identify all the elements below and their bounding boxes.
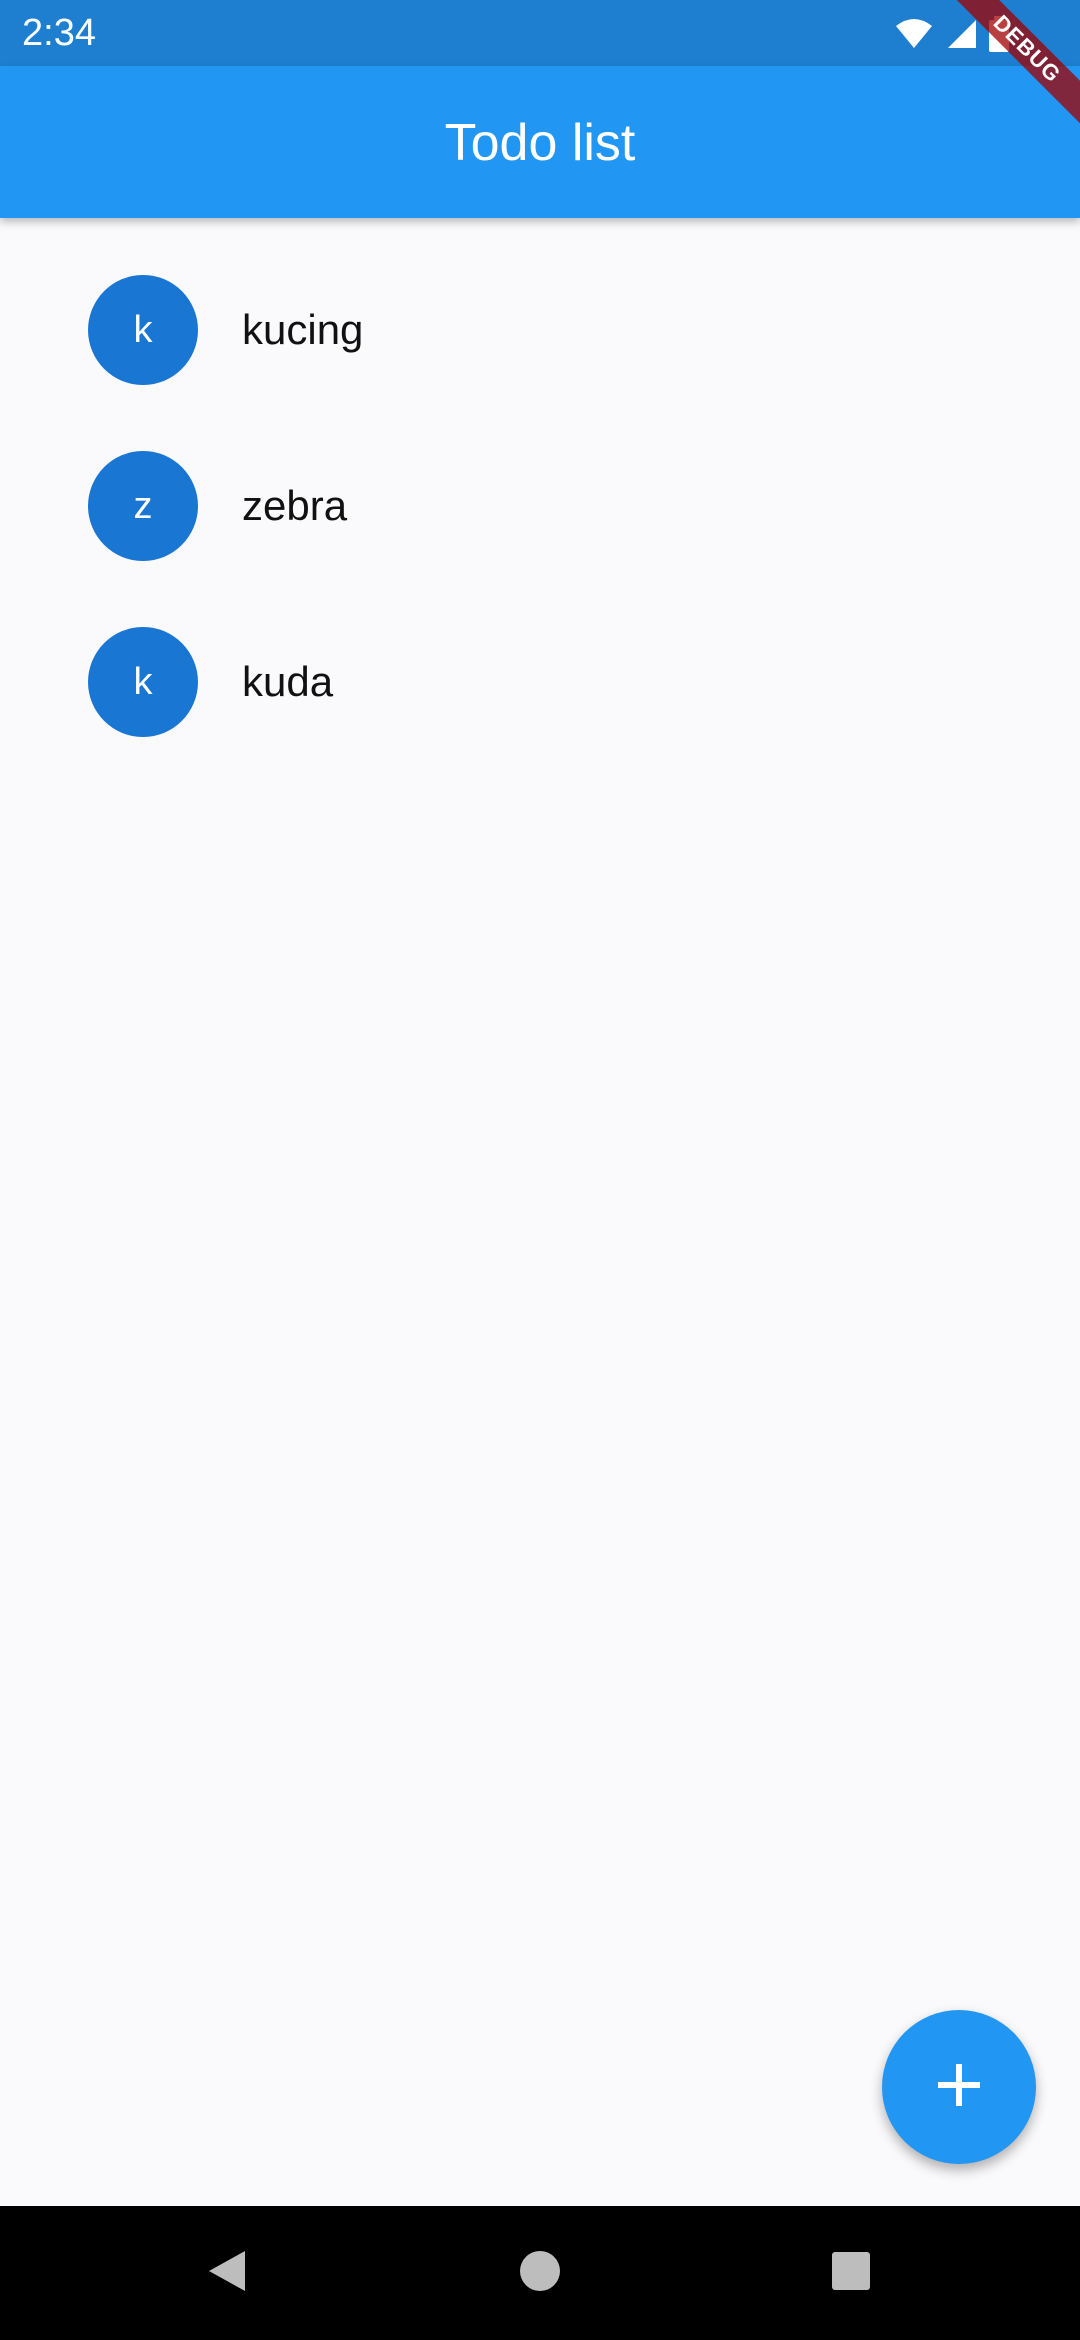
list-item[interactable]: k kuda: [0, 594, 1080, 770]
page-title: Todo list: [444, 114, 636, 172]
system-navigation-bar: [0, 2206, 1080, 2340]
list-item[interactable]: k kucing: [0, 242, 1080, 418]
wifi-icon: [894, 18, 934, 50]
back-icon: [205, 2249, 249, 2298]
todo-list: k kucing z zebra k kuda: [0, 242, 1080, 770]
recents-button[interactable]: [784, 2206, 918, 2340]
recents-icon: [831, 2251, 871, 2296]
cell-signal-icon: [944, 18, 978, 50]
status-icons: [894, 14, 1010, 54]
avatar: z: [88, 451, 198, 561]
avatar: k: [88, 275, 198, 385]
list-item[interactable]: z zebra: [0, 418, 1080, 594]
list-item-label: kucing: [242, 306, 364, 353]
add-icon: [936, 2062, 982, 2113]
list-item-label: zebra: [242, 482, 348, 529]
avatar: k: [88, 627, 198, 737]
status-bar: 2:34: [0, 0, 1080, 66]
app-bar: Todo list: [0, 66, 1080, 218]
add-todo-button[interactable]: [882, 2010, 1036, 2164]
home-button[interactable]: [473, 2206, 607, 2340]
app-screen: 2:34 DEBUG Todo list k kucing z zebra k …: [0, 0, 1080, 2340]
back-button[interactable]: [160, 2206, 294, 2340]
home-icon: [519, 2250, 561, 2297]
list-item-label: kuda: [242, 658, 334, 705]
status-time: 2:34: [22, 12, 96, 54]
battery-icon: [988, 16, 1010, 52]
